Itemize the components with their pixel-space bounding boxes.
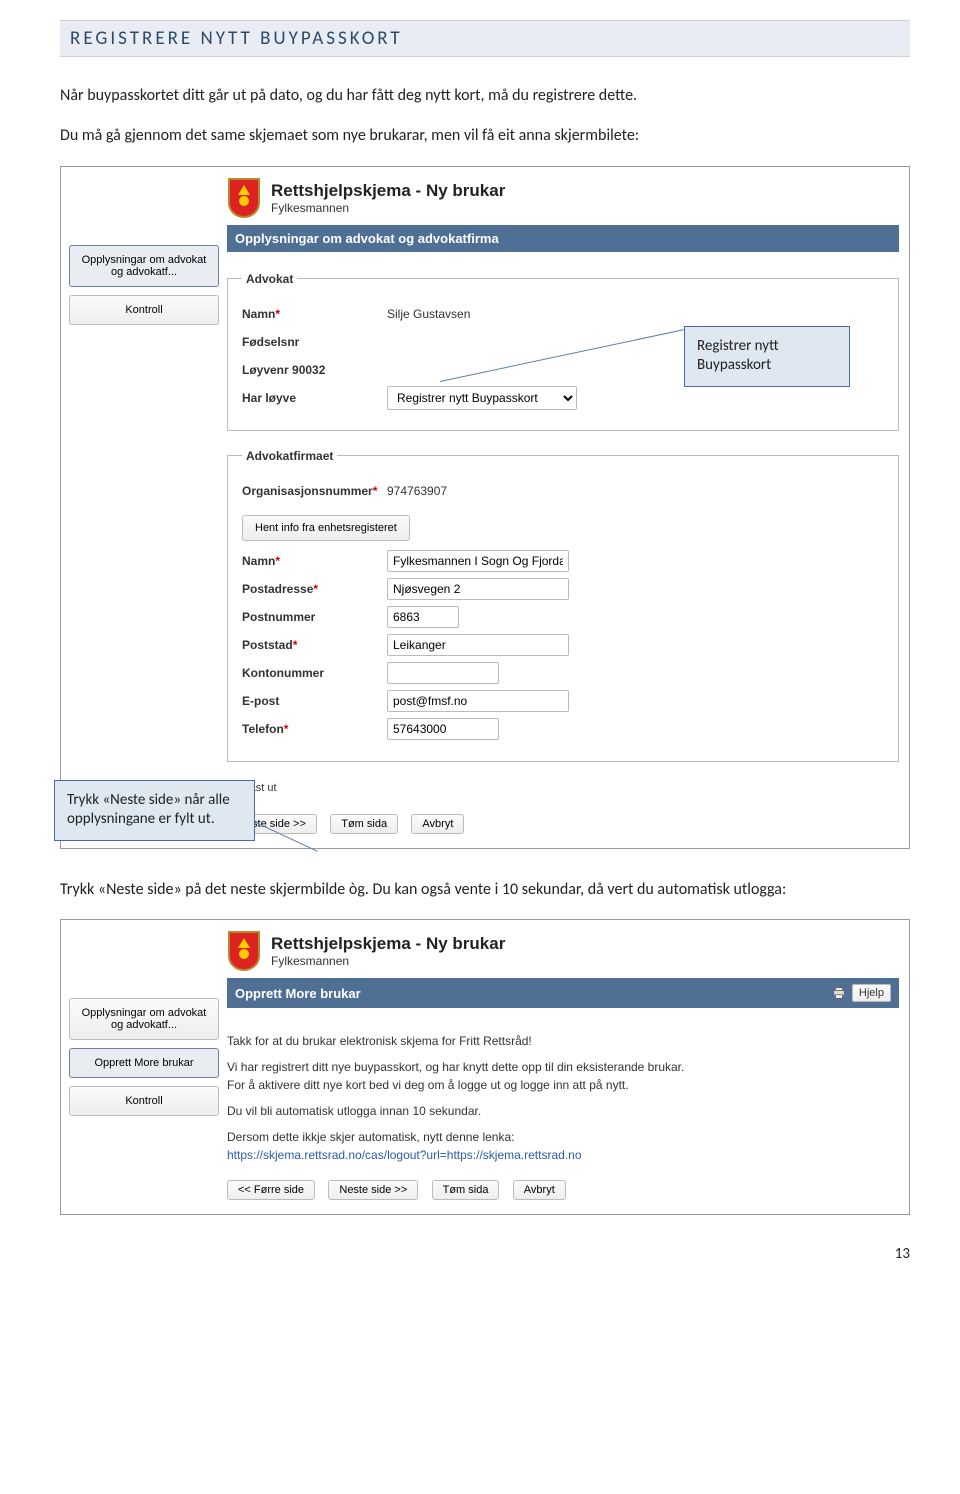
sidebar-item-label: Opplysningar om advokat og advokatf... bbox=[82, 1007, 207, 1031]
callout-text: Registrer nytt Buypasskort bbox=[697, 337, 779, 375]
button-label: Hent info fra enhetsregisteret bbox=[255, 522, 397, 534]
callout-text: Trykk «Neste side» når alle opplysningan… bbox=[67, 791, 230, 829]
coat-of-arms-icon bbox=[227, 930, 261, 972]
label-postadresse: Postadresse* bbox=[242, 582, 387, 596]
button-label: Tøm sida bbox=[443, 1184, 489, 1196]
select-harloyve[interactable]: Registrer nytt Buypasskort bbox=[387, 386, 577, 410]
app-title: Rettshjelpskjema - Ny brukar bbox=[271, 181, 505, 201]
sidebar-item-label: Opprett More brukar bbox=[94, 1057, 193, 1069]
input-firma-namn[interactable] bbox=[387, 550, 569, 572]
section-heading: REGISTRERE NYTT BUYPASSKORT bbox=[60, 20, 910, 57]
app-header: Rettshjelpskjema - Ny brukar Fylkesmanne… bbox=[227, 177, 899, 219]
sidebar-item-opplysningar[interactable]: Opplysningar om advokat og advokatf... bbox=[69, 245, 219, 287]
main-content: Rettshjelpskjema - Ny brukar Fylkesmanne… bbox=[227, 167, 909, 848]
msg-p1: Takk for at du brukar elektronisk skjema… bbox=[227, 1028, 899, 1054]
screenshot-2: Opplysningar om advokat og advokatf... O… bbox=[60, 919, 910, 1215]
label-namn: Namn* bbox=[242, 307, 387, 321]
sidebar-item-kontroll[interactable]: Kontroll bbox=[69, 295, 219, 325]
button-label: Tøm sida bbox=[341, 818, 387, 830]
input-kontonummer[interactable] bbox=[387, 662, 499, 684]
button-label: Avbryt bbox=[422, 818, 453, 830]
avbryt-button[interactable]: Avbryt bbox=[513, 1180, 566, 1200]
input-postnummer[interactable] bbox=[387, 606, 459, 628]
sidebar-item-label: Opplysningar om advokat og advokatf... bbox=[82, 254, 207, 278]
msg-p3: Du vil bli automatisk utlogga innan 10 s… bbox=[227, 1098, 899, 1124]
fieldset-firma: Advokatfirmaet Organisasjonsnummer* 9747… bbox=[227, 449, 899, 762]
legend-firma: Advokatfirmaet bbox=[242, 449, 337, 463]
callout-registrer: Registrer nytt Buypasskort bbox=[684, 326, 850, 387]
sidebar: Opplysningar om advokat og advokatf... K… bbox=[61, 167, 227, 848]
input-epost[interactable] bbox=[387, 690, 569, 712]
page-number: 13 bbox=[60, 1245, 910, 1263]
button-label: Hjelp bbox=[859, 987, 884, 999]
label-poststad: Poststad* bbox=[242, 638, 387, 652]
button-row: Neste side >> Tøm sida Avbryt bbox=[227, 806, 899, 838]
label-telefon: Telefon* bbox=[242, 722, 387, 736]
sidebar-item-kontroll[interactable]: Kontroll bbox=[69, 1086, 219, 1116]
forre-side-button[interactable]: << Førre side bbox=[227, 1180, 315, 1200]
sidebar-item-opplysningar[interactable]: Opplysningar om advokat og advokatf... bbox=[69, 998, 219, 1040]
label-epost: E-post bbox=[242, 694, 387, 708]
logout-link[interactable]: https://skjema.rettsrad.no/cas/logout?ur… bbox=[227, 1148, 582, 1162]
button-row: << Førre side Neste side >> Tøm sida Avb… bbox=[227, 1172, 899, 1204]
button-label: << Førre side bbox=[238, 1184, 304, 1196]
intro-paragraph-1: Når buypasskortet ditt går ut på dato, o… bbox=[60, 85, 910, 107]
hent-info-button[interactable]: Hent info fra enhetsregisteret bbox=[242, 515, 410, 541]
required-note: å fyllast ut bbox=[227, 780, 899, 802]
heading-text: REGISTRERE NYTT BUYPASSKORT bbox=[70, 27, 403, 50]
app-subtitle: Fylkesmannen bbox=[271, 201, 505, 215]
help-button[interactable]: Hjelp bbox=[852, 984, 891, 1002]
label-postnummer: Postnummer bbox=[242, 610, 387, 624]
intro-paragraph-2: Du må gå gjennom det same skjemaet som n… bbox=[60, 125, 910, 147]
sidebar-item-label: Kontroll bbox=[125, 304, 162, 316]
button-label: Avbryt bbox=[524, 1184, 555, 1196]
msg-p2: Vi har registrert ditt nye buypasskort, … bbox=[227, 1054, 899, 1098]
app-title: Rettshjelpskjema - Ny brukar bbox=[271, 934, 505, 954]
bar-title: Opprett More brukar bbox=[235, 986, 361, 1001]
avbryt-button[interactable]: Avbryt bbox=[411, 814, 464, 834]
main-content: Rettshjelpskjema - Ny brukar Fylkesmanne… bbox=[227, 920, 909, 1214]
input-poststad[interactable] bbox=[387, 634, 569, 656]
msg-p4: Dersom dette ikkje skjer automatisk, nyt… bbox=[227, 1124, 899, 1168]
screenshot-2-wrap: Opplysningar om advokat og advokatf... O… bbox=[60, 919, 910, 1215]
print-icon[interactable] bbox=[832, 986, 846, 1000]
tom-sida-button[interactable]: Tøm sida bbox=[432, 1180, 500, 1200]
between-paragraph: Trykk «Neste side» på det neste skjermbi… bbox=[60, 879, 910, 901]
label-kontonummer: Kontonummer bbox=[242, 666, 387, 680]
section-bar: Opplysningar om advokat og advokatfirma bbox=[227, 225, 899, 252]
label-loyvenr: Løyvenr 90032 bbox=[242, 363, 387, 377]
input-postadresse[interactable] bbox=[387, 578, 569, 600]
legend-advokat: Advokat bbox=[242, 272, 297, 286]
section-bar: Opprett More brukar Hjelp bbox=[227, 978, 899, 1008]
value-namn: Silje Gustavsen bbox=[387, 307, 470, 321]
sidebar-item-label: Kontroll bbox=[125, 1095, 162, 1107]
coat-of-arms-icon bbox=[227, 177, 261, 219]
app-subtitle: Fylkesmannen bbox=[271, 954, 505, 968]
value-orgnr: 974763907 bbox=[387, 484, 447, 498]
button-label: Neste side >> bbox=[339, 1184, 407, 1196]
callout-neste-side: Trykk «Neste side» når alle opplysningan… bbox=[54, 780, 255, 841]
neste-side-button[interactable]: Neste side >> bbox=[328, 1180, 418, 1200]
screenshot-1: Opplysningar om advokat og advokatf... K… bbox=[60, 166, 910, 849]
tom-sida-button[interactable]: Tøm sida bbox=[330, 814, 398, 834]
label-orgnr: Organisasjonsnummer* bbox=[242, 484, 387, 498]
sidebar: Opplysningar om advokat og advokatf... O… bbox=[61, 920, 227, 1214]
label-fodselsnr: Fødselsnr bbox=[242, 335, 387, 349]
input-telefon[interactable] bbox=[387, 718, 499, 740]
app-header: Rettshjelpskjema - Ny brukar Fylkesmanne… bbox=[227, 930, 899, 972]
sidebar-item-more-brukar[interactable]: Opprett More brukar bbox=[69, 1048, 219, 1078]
screenshot-1-wrap: Opplysningar om advokat og advokatf... K… bbox=[60, 166, 910, 849]
label-harloyve: Har løyve bbox=[242, 391, 387, 405]
label-firma-namn: Namn* bbox=[242, 554, 387, 568]
